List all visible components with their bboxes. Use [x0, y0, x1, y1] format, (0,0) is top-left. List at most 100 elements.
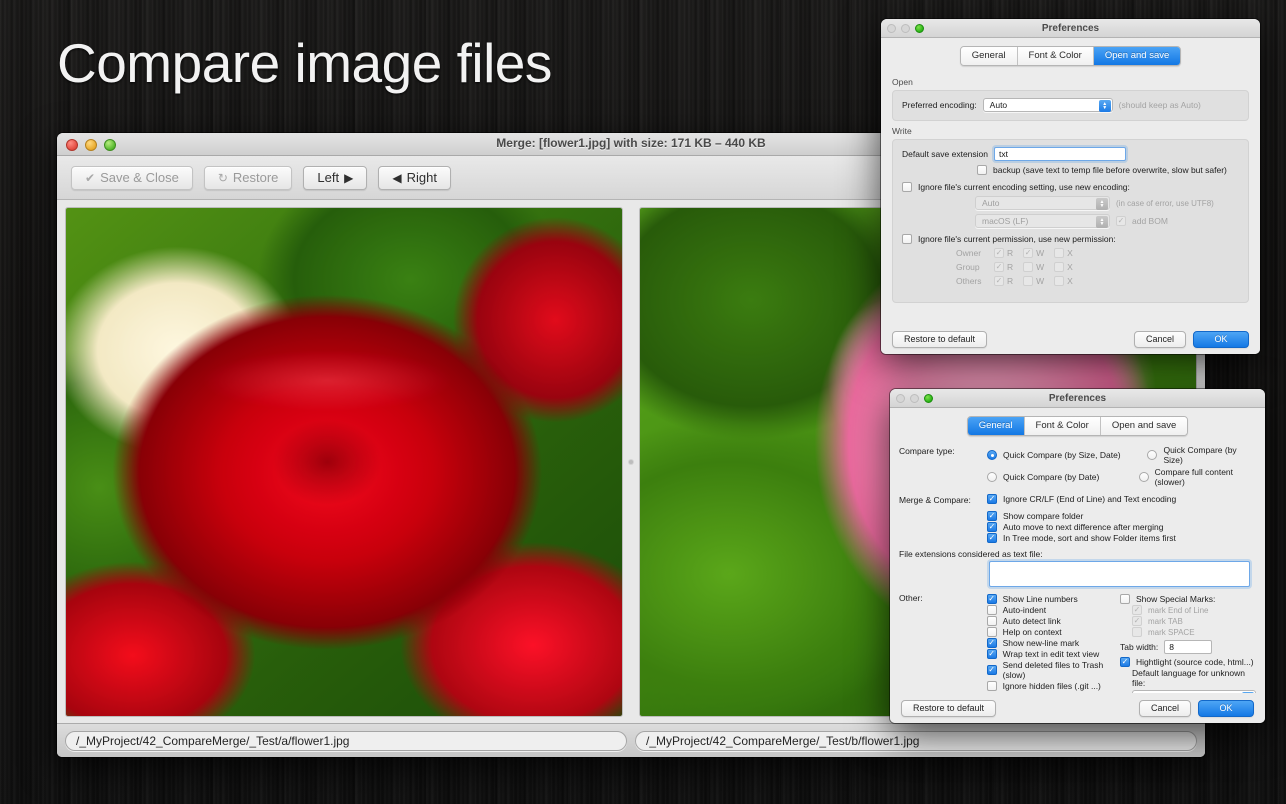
encoding-hint: (in case of error, use UTF8) [1116, 199, 1214, 208]
help-on-context-label: Help on context [1003, 627, 1062, 637]
perm-col-r: R [1007, 276, 1013, 286]
prefs-open-body: Open Preferred encoding: Auto ▲▼ (should… [881, 77, 1260, 303]
preferences-open-and-save-dialog: Preferences General Font & Color Open an… [881, 19, 1260, 354]
restore-to-default-button[interactable]: Restore to default [901, 700, 996, 717]
compare-size-date-radio[interactable] [987, 450, 997, 460]
show-line-numbers-checkbox[interactable]: ✓ [987, 594, 997, 604]
tab-width-input[interactable]: 8 [1164, 640, 1212, 654]
auto-indent-checkbox[interactable]: ✓ [987, 605, 997, 615]
compare-size-date-label: Quick Compare (by Size, Date) [1003, 450, 1121, 460]
restore-button[interactable]: ↻ Restore [204, 166, 293, 190]
merge-right-button[interactable]: ◀ Right [378, 166, 451, 190]
compare-date-radio[interactable] [987, 472, 997, 482]
ignore-encoding-label: Ignore file's current encoding setting, … [918, 182, 1130, 192]
tab-general[interactable]: General [961, 47, 1018, 65]
tree-mode-folders-first-label: In Tree mode, sort and show Folder items… [1003, 533, 1176, 543]
ok-button[interactable]: OK [1193, 331, 1249, 348]
tab-font-and-color[interactable]: Font & Color [1025, 417, 1101, 435]
default-save-extension-input[interactable]: txt [994, 147, 1126, 161]
merge-left-button[interactable]: Left ▶ [303, 166, 367, 190]
restore-label: Restore [233, 170, 279, 185]
backup-checkbox[interactable]: ✓ [977, 165, 987, 175]
left-image-pane[interactable] [65, 207, 623, 717]
group-exec-checkbox[interactable]: ✓ [1054, 262, 1064, 272]
show-line-numbers-label: Show Line numbers [1003, 594, 1078, 604]
compare-size-radio[interactable] [1147, 450, 1157, 460]
preferred-encoding-label: Preferred encoding: [902, 100, 977, 110]
help-on-context-checkbox[interactable]: ✓ [987, 627, 997, 637]
ok-button[interactable]: OK [1198, 700, 1254, 717]
auto-detect-link-checkbox[interactable]: ✓ [987, 616, 997, 626]
ignore-crlf-checkbox[interactable]: ✓ [987, 494, 997, 504]
line-ending-select[interactable]: macOS (LF) ▲▼ [975, 214, 1110, 228]
highlight-checkbox[interactable]: ✓ [1120, 657, 1130, 667]
mark-space-checkbox[interactable]: ✓ [1132, 627, 1142, 637]
right-path-field[interactable]: /_MyProject/42_CompareMerge/_Test/b/flow… [635, 731, 1197, 751]
tab-general[interactable]: General [968, 417, 1025, 435]
compare-type-label: Compare type: [899, 444, 981, 488]
owner-write-checkbox[interactable]: ✓ [1023, 248, 1033, 258]
show-compare-folder-checkbox[interactable]: ✓ [987, 511, 997, 521]
permission-row-others-label: Others [956, 276, 994, 286]
chevron-updown-icon[interactable]: ▲▼ [1096, 198, 1108, 210]
permission-row-group-label: Group [956, 262, 994, 272]
tree-mode-folders-first-checkbox[interactable]: ✓ [987, 533, 997, 543]
prefs-general-title: Preferences [890, 393, 1265, 404]
mark-tab-checkbox[interactable]: ✓ [1132, 616, 1142, 626]
restore-to-default-button[interactable]: Restore to default [892, 331, 987, 348]
compare-full-content-radio[interactable] [1139, 472, 1149, 482]
chevron-updown-icon[interactable]: ▲▼ [1096, 216, 1108, 228]
mark-end-of-line-checkbox[interactable]: ✓ [1132, 605, 1142, 615]
default-language-label: Default language for unknown file: [1132, 668, 1256, 688]
owner-read-checkbox[interactable]: ✓ [994, 248, 1004, 258]
check-icon: ✔ [85, 171, 95, 185]
show-newline-mark-checkbox[interactable]: ✓ [987, 638, 997, 648]
show-special-marks-checkbox[interactable]: ✓ [1120, 594, 1130, 604]
send-to-trash-checkbox[interactable]: ✓ [987, 665, 997, 675]
add-bom-checkbox[interactable]: ✓ [1116, 216, 1126, 226]
prefs-open-tabs: General Font & Color Open and save [881, 38, 1260, 72]
ignore-hidden-files-checkbox[interactable]: ✓ [987, 681, 997, 691]
open-section-label: Open [892, 77, 1249, 87]
perm-col-r: R [1007, 262, 1013, 272]
auto-move-next-diff-checkbox[interactable]: ✓ [987, 522, 997, 532]
perm-col-x: X [1067, 248, 1073, 258]
tab-font-and-color[interactable]: Font & Color [1018, 47, 1094, 65]
write-section-label: Write [892, 126, 1249, 136]
cancel-button[interactable]: Cancel [1139, 700, 1191, 717]
prefs-open-title: Preferences [881, 23, 1260, 34]
auto-indent-label: Auto-indent [1003, 605, 1046, 615]
wrap-text-checkbox[interactable]: ✓ [987, 649, 997, 659]
preferred-encoding-hint: (should keep as Auto) [1119, 100, 1201, 110]
tab-open-and-save[interactable]: Open and save [1101, 417, 1187, 435]
ignore-encoding-checkbox[interactable]: ✓ [902, 182, 912, 192]
group-read-checkbox[interactable]: ✓ [994, 262, 1004, 272]
file-extensions-input[interactable] [989, 561, 1250, 587]
save-and-close-button[interactable]: ✔ Save & Close [71, 166, 193, 190]
default-save-extension-label: Default save extension [902, 149, 988, 159]
show-newline-mark-label: Show new-line mark [1003, 638, 1080, 648]
ignore-hidden-files-label: Ignore hidden files (.git ...) [1003, 681, 1101, 691]
left-path-field[interactable]: /_MyProject/42_CompareMerge/_Test/a/flow… [65, 731, 627, 751]
write-group: Default save extension txt ✓ backup (sav… [892, 139, 1249, 303]
tab-width-label: Tab width: [1120, 642, 1158, 652]
perm-col-x: X [1067, 262, 1073, 272]
prefs-general-tabs: General Font & Color Open and save [890, 408, 1265, 442]
pane-splitter-handle[interactable] [625, 201, 637, 723]
others-exec-checkbox[interactable]: ✓ [1054, 276, 1064, 286]
group-write-checkbox[interactable]: ✓ [1023, 262, 1033, 272]
preferred-encoding-select[interactable]: Auto ▲▼ [983, 98, 1113, 112]
chevron-updown-icon[interactable]: ▲▼ [1099, 100, 1111, 112]
ignore-permission-checkbox[interactable]: ✓ [902, 234, 912, 244]
arrow-right-icon: ▶ [344, 171, 353, 185]
others-write-checkbox[interactable]: ✓ [1023, 276, 1033, 286]
perm-col-w: W [1036, 276, 1044, 286]
show-compare-folder-label: Show compare folder [1003, 511, 1083, 521]
ignore-crlf-label: Ignore CR/LF (End of Line) and Text enco… [1003, 494, 1176, 504]
others-read-checkbox[interactable]: ✓ [994, 276, 1004, 286]
owner-exec-checkbox[interactable]: ✓ [1054, 248, 1064, 258]
prefs-open-button-row: Restore to default Cancel OK [881, 324, 1260, 354]
encoding-select[interactable]: Auto ▲▼ [975, 196, 1110, 210]
cancel-button[interactable]: Cancel [1134, 331, 1186, 348]
tab-open-and-save[interactable]: Open and save [1094, 47, 1180, 65]
